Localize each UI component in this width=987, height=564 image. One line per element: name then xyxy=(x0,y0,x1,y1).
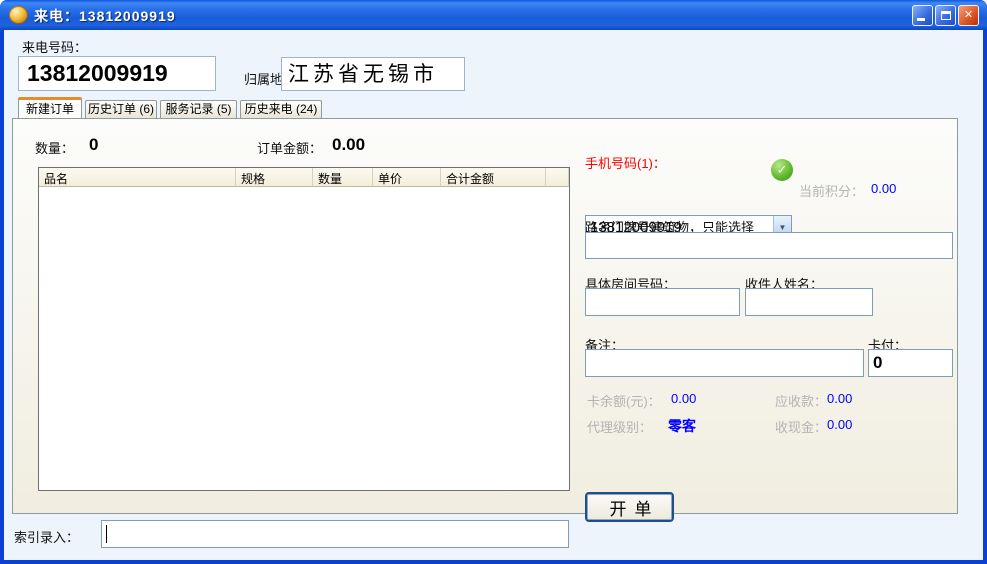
index-entry-label: 索引录入： xyxy=(14,527,79,546)
agent-level-label: 代理级别： xyxy=(587,417,652,436)
cash-label: 收现金： xyxy=(775,417,827,436)
check-icon: ✓ xyxy=(771,159,793,181)
amount-label: 订单金额： xyxy=(257,138,322,157)
maximize-icon xyxy=(941,11,951,20)
location-box: 江苏省无锡市 xyxy=(281,57,465,91)
create-order-button[interactable]: 开单 xyxy=(585,492,674,522)
app-window: 来电：13812009919 ✕ 来电号码： 13812009919 归属地： … xyxy=(0,0,987,564)
points-value: 0.00 xyxy=(871,181,896,196)
close-icon: ✕ xyxy=(964,9,973,21)
address-input[interactable] xyxy=(585,232,953,259)
client-area: 来电号码： 13812009919 归属地： 江苏省无锡市 新建订单 历史订单 … xyxy=(0,30,987,564)
card-balance-value: 0.00 xyxy=(671,391,696,406)
recipient-input[interactable] xyxy=(745,288,873,316)
receivable-label: 应收款： xyxy=(775,391,827,410)
column-header-product[interactable]: 品名 xyxy=(39,168,236,187)
points-label: 当前积分： xyxy=(799,181,864,200)
tab-service-records[interactable]: 服务记录 (5) xyxy=(160,100,237,118)
column-header-spec[interactable]: 规格 xyxy=(236,168,313,187)
caller-number-box: 13812009919 xyxy=(18,56,216,91)
close-button[interactable]: ✕ xyxy=(958,5,979,26)
text-caret xyxy=(106,525,107,543)
tab-new-order[interactable]: 新建订单 xyxy=(18,97,82,118)
index-entry-input[interactable] xyxy=(101,520,569,548)
card-balance-label: 卡余额(元)： xyxy=(587,391,661,410)
column-header-filler xyxy=(546,168,569,187)
agent-level-value: 零客 xyxy=(668,416,696,436)
phone-label: 手机号码(1)： xyxy=(585,153,666,172)
window-title: 来电：13812009919 xyxy=(34,6,176,26)
maximize-button[interactable] xyxy=(935,5,956,26)
column-header-qty[interactable]: 数量 xyxy=(313,168,373,187)
receivable-value: 0.00 xyxy=(827,391,852,406)
app-icon xyxy=(9,6,28,24)
quantity-value: 0 xyxy=(89,135,98,155)
order-items-table[interactable]: 品名 规格 数量 单价 合计金额 xyxy=(38,167,570,491)
amount-value: 0.00 xyxy=(332,135,365,155)
title-bar[interactable]: 来电：13812009919 ✕ xyxy=(0,0,987,30)
minimize-button[interactable] xyxy=(912,5,933,26)
table-header-row: 品名 规格 数量 单价 合计金额 xyxy=(39,168,569,187)
remark-input[interactable] xyxy=(585,349,864,377)
tab-history-calls[interactable]: 历史来电 (24) xyxy=(240,100,322,118)
minimize-icon xyxy=(917,18,925,21)
column-header-total[interactable]: 合计金额 xyxy=(441,168,546,187)
quantity-label: 数量： xyxy=(35,138,74,157)
card-pay-input[interactable] xyxy=(868,349,953,377)
column-header-price[interactable]: 单价 xyxy=(373,168,441,187)
new-order-panel: 数量： 0 订单金额： 0.00 品名 规格 数量 单价 合计金额 手机号码(1… xyxy=(12,118,958,514)
tab-history-orders[interactable]: 历史订单 (6) xyxy=(85,100,157,118)
caller-number-label: 来电号码： xyxy=(22,37,87,56)
room-input[interactable] xyxy=(585,288,740,316)
cash-value: 0.00 xyxy=(827,417,852,432)
